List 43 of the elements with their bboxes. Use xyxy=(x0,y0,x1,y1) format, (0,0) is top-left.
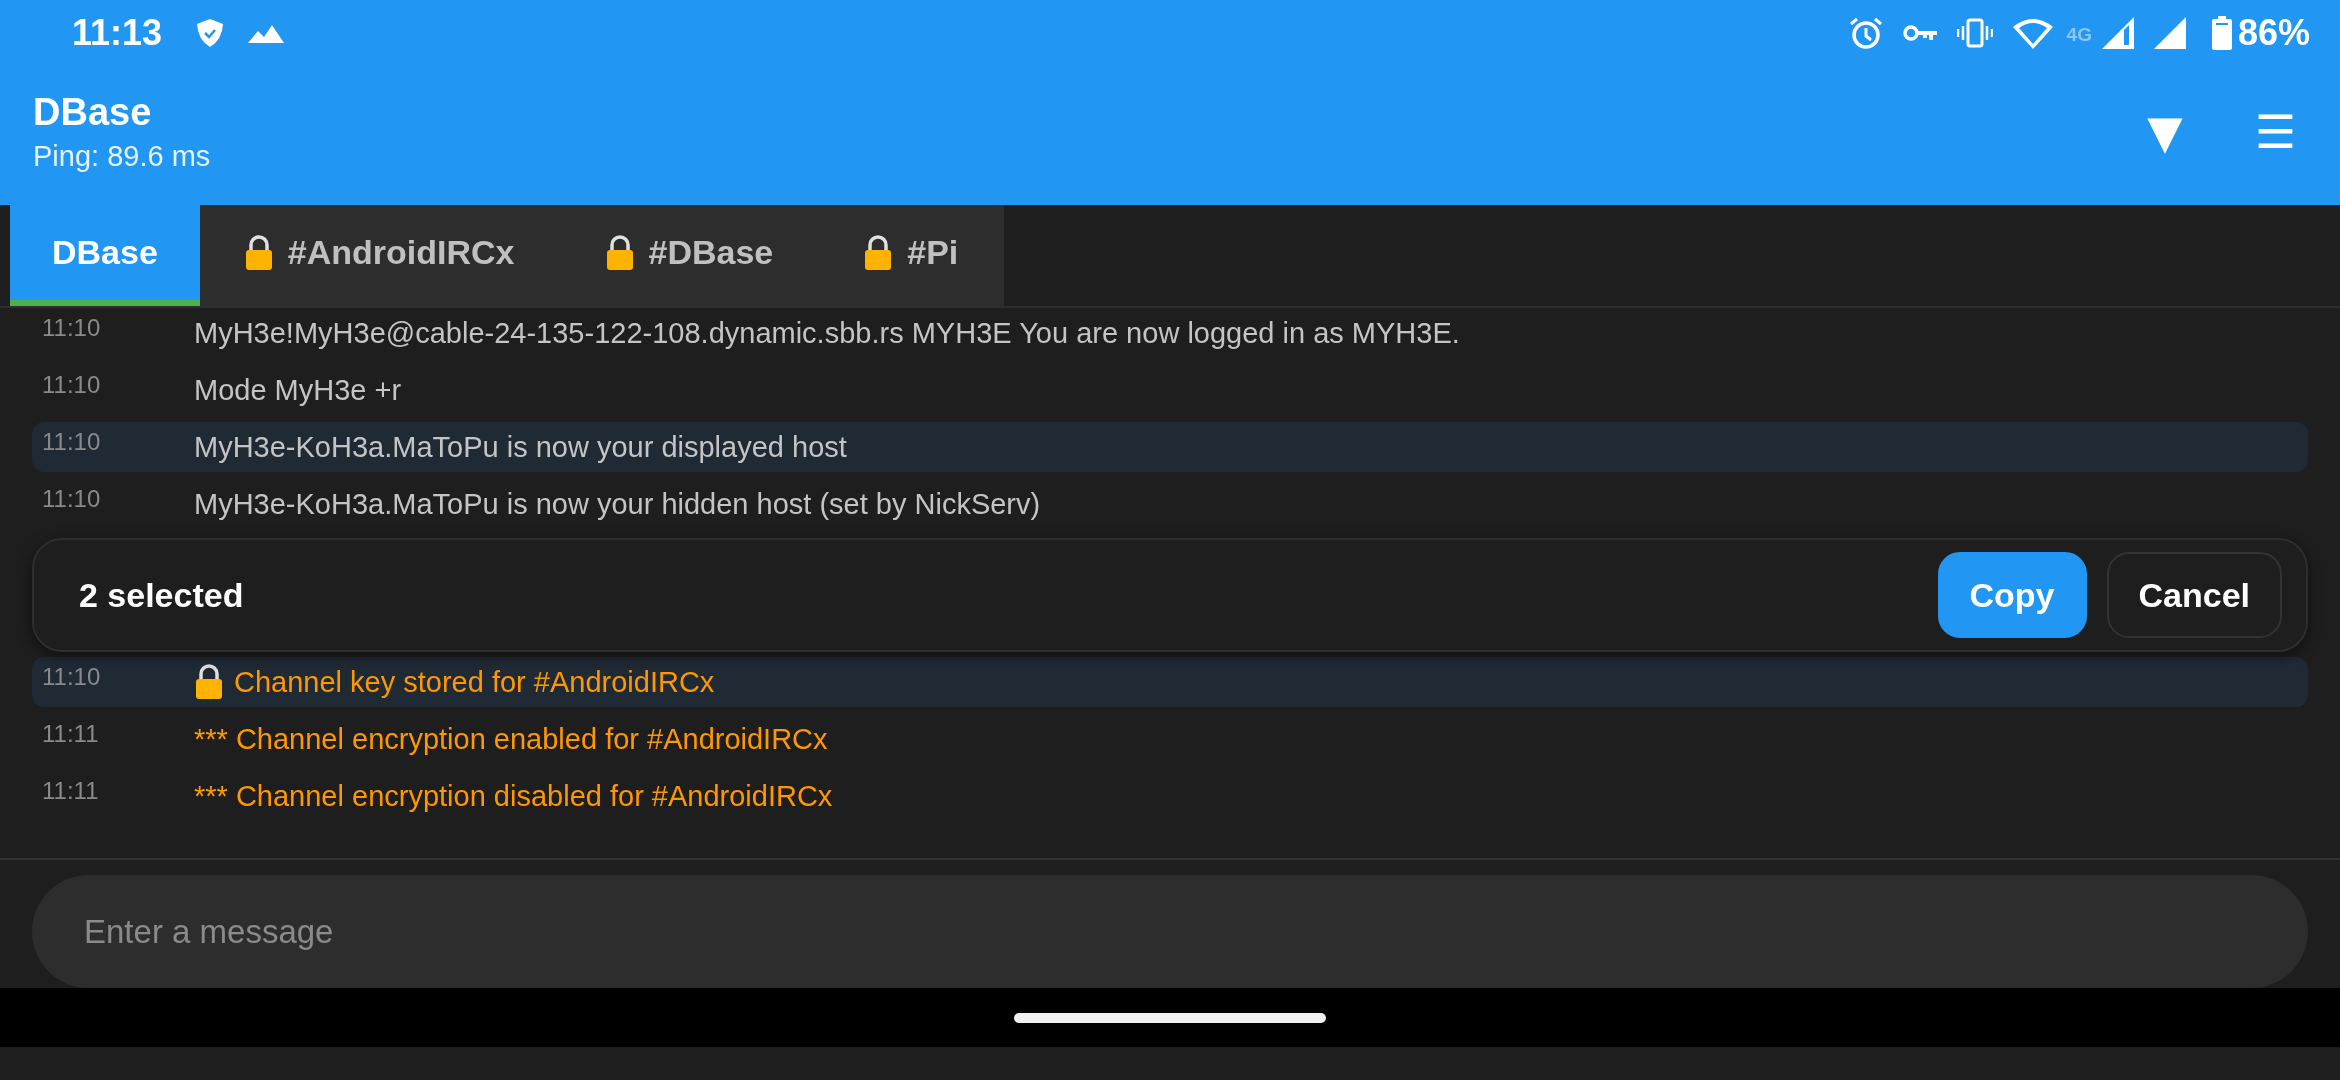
timestamp: 11:10 xyxy=(42,313,102,342)
channel-tab[interactable]: #DBase xyxy=(560,205,820,306)
message-text: Mode MyH3e +r xyxy=(194,373,402,407)
channel-tab[interactable]: #AndroidIRCx xyxy=(199,205,561,306)
mountain-icon xyxy=(248,23,285,43)
message-text: Channel key stored for #AndroidIRCx xyxy=(234,665,715,699)
selected-message-row[interactable]: 11:10 MyH3e-KoH3a.MaToPu is now your displayed host xyxy=(32,422,2308,472)
message-text: MyH3e-KoH3a.MaToPu is now your displayed host xyxy=(194,430,847,464)
key-icon xyxy=(1902,23,1937,43)
ping-status: Ping: 89.6 ms xyxy=(33,139,212,173)
message-input-field[interactable]: Enter a message xyxy=(32,875,2308,988)
message-row[interactable]: 11:10 MyH3e!MyH3e@cable-24-135-122-108.dynamic.sbb.rs MYH3E You are now logged in as MYH3E. xyxy=(32,308,2308,358)
timestamp: 11:10 xyxy=(42,484,102,513)
message-text: *** Channel encryption enabled for #AndroidIRCx xyxy=(194,722,828,756)
clock: 11:13 xyxy=(72,12,163,54)
timestamp: 11:11 xyxy=(42,719,100,748)
message-text: MyH3e!MyH3e@cable-24-135-122-108.dynamic.sbb.rs MYH3E You are now logged in as MYH3E. xyxy=(194,316,1460,350)
lock-icon xyxy=(194,664,224,700)
cancel-button[interactable]: Cancel xyxy=(2106,552,2282,638)
message-text: MyH3e-KoH3a.MaToPu is now your hidden host (set by NickServ) xyxy=(194,487,1041,521)
alarm-clock-icon xyxy=(1848,16,1883,50)
message-text: *** Channel encryption disabled for #AndroidIRCx xyxy=(194,779,833,813)
title: DBase xyxy=(33,90,153,134)
signal-icon xyxy=(2153,17,2186,49)
battery-percentage: 86% xyxy=(2237,12,2310,54)
channel-tab[interactable]: #Pi xyxy=(819,205,1005,306)
timestamp: 11:11 xyxy=(42,776,100,805)
message-row[interactable]: 11:10 MyH3e-KoH3a.MaToPu is now your hidden host (set by NickServ) xyxy=(32,479,2308,529)
timestamp: 11:10 xyxy=(42,662,102,691)
selection-count: 2 selected xyxy=(79,575,245,615)
signal-icon xyxy=(2101,17,2134,49)
home-indicator[interactable] xyxy=(1014,1012,1326,1023)
message-row[interactable]: 11:11 *** Channel encryption enabled for #AndroidIRCx xyxy=(32,714,2308,764)
selected-message-row[interactable]: 11:10 Channel key stored for #AndroidIRCx xyxy=(32,657,2308,707)
timestamp: 11:10 xyxy=(42,427,102,456)
shield-icon xyxy=(196,18,225,48)
timestamp: 11:10 xyxy=(42,370,102,399)
network-type-label: 4G xyxy=(2066,24,2092,46)
battery-icon xyxy=(2211,16,2232,50)
message-row[interactable]: 11:11 *** Channel encryption disabled for #AndroidIRCx xyxy=(32,771,2308,821)
message-row[interactable]: 11:10 Mode MyH3e +r xyxy=(32,365,2308,415)
vibrate-icon xyxy=(1956,18,1993,48)
wifi-icon xyxy=(2012,17,2053,49)
